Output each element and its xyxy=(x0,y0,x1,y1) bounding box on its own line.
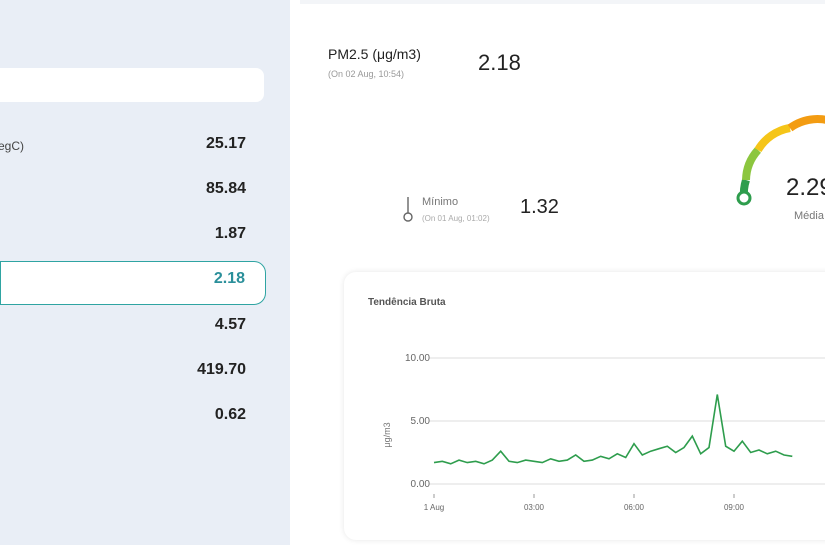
y-tick-label: 5.00 xyxy=(411,416,431,427)
gauge-segment-lightgreen xyxy=(742,147,762,181)
metric-label: egC) xyxy=(0,139,25,153)
minimum-label: Mínimo xyxy=(422,196,459,208)
minimum-value: 1.32 xyxy=(520,196,559,218)
metric-row[interactable]: 419.70 xyxy=(0,353,266,397)
parameter-title: PM2.5 (μg/m3) xyxy=(328,46,421,62)
parameter-value: 2.18 xyxy=(478,50,521,75)
chart-grid xyxy=(429,357,825,485)
gauge-pointer xyxy=(736,190,752,206)
metric-value: 85.84 xyxy=(205,180,246,197)
metric-row[interactable]: egC) 25.17 xyxy=(0,127,266,171)
x-axis-ticks: 1 Aug 03:00 06:00 09:00 xyxy=(424,494,745,512)
trend-chart: 10.00 5.00 0.00 1 Aug 03:00 06:00 09:00 μg/m3 xyxy=(382,353,825,512)
y-axis-ticks: 10.00 5.00 0.00 xyxy=(405,353,430,490)
minimum-timestamp: (On 01 Aug, 01:02) xyxy=(422,214,490,223)
metric-row-selected[interactable]: 2.18 xyxy=(0,261,266,305)
gauge-label: Média xyxy=(794,210,824,222)
parameter-timestamp: (On 02 Aug, 10:54) xyxy=(328,69,405,79)
x-tick-label: 06:00 xyxy=(624,503,645,512)
metric-row[interactable]: 4.57 xyxy=(0,308,266,352)
metric-row[interactable]: 1.87 xyxy=(0,217,266,261)
y-axis-label: μg/m3 xyxy=(382,422,392,447)
metric-row[interactable]: 85.84 xyxy=(0,172,266,216)
metric-value: 1.87 xyxy=(214,225,246,242)
metric-value: 2.18 xyxy=(213,270,245,287)
metric-value: 4.57 xyxy=(214,316,246,333)
chart-title: Tendência Bruta xyxy=(368,297,446,308)
gauge-segment-yellow xyxy=(754,124,791,153)
metric-value: 0.62 xyxy=(214,406,246,423)
series-line xyxy=(433,394,793,465)
search-input[interactable] xyxy=(0,68,264,102)
x-tick-label: 03:00 xyxy=(524,503,545,512)
gauge-segment-orange xyxy=(787,115,825,132)
x-tick-label: 09:00 xyxy=(724,503,745,512)
x-tick-label: 1 Aug xyxy=(424,503,444,512)
metric-row[interactable]: 0.62 xyxy=(0,398,266,442)
metric-value: 419.70 xyxy=(197,361,246,378)
gauge-value: 2.29 xyxy=(786,174,825,201)
thermometer-icon xyxy=(403,197,413,222)
y-tick-label: 10.00 xyxy=(405,353,430,364)
average-gauge xyxy=(736,115,825,206)
metric-value: 25.17 xyxy=(205,135,246,152)
y-tick-label: 0.00 xyxy=(411,479,431,490)
top-divider xyxy=(300,0,825,4)
